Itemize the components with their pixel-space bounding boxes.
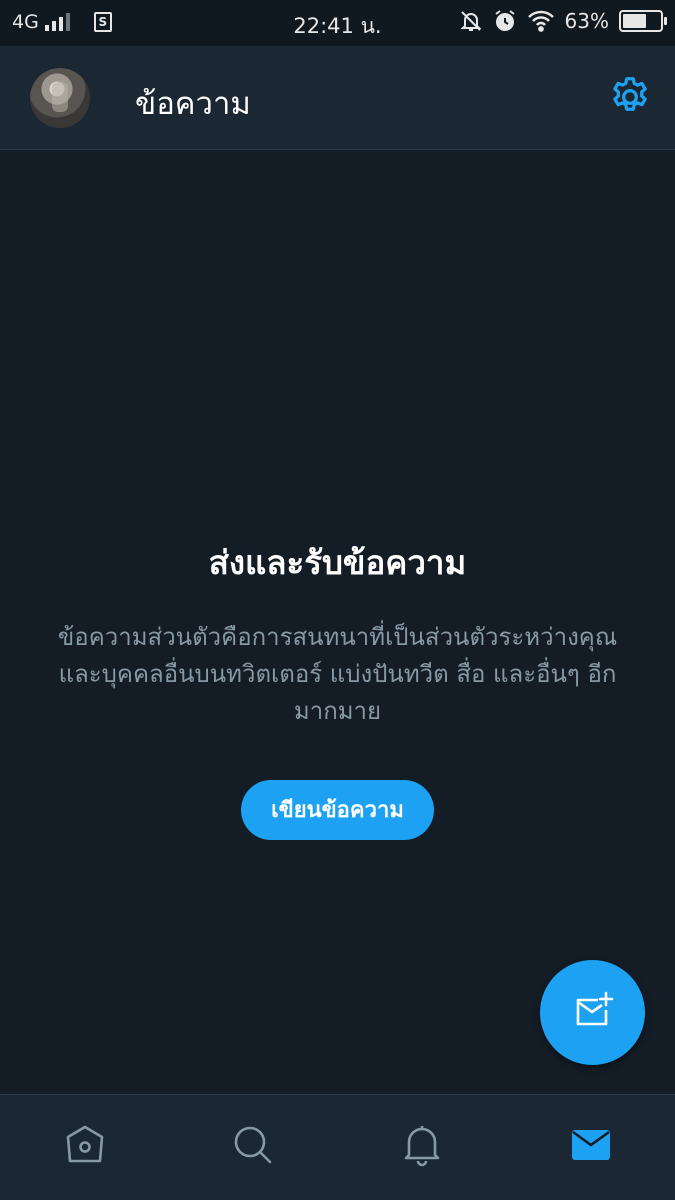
page-title: ข้อความ <box>135 86 251 122</box>
nav-search[interactable] <box>228 1120 278 1170</box>
status-bar-right: 63% <box>459 9 667 33</box>
nav-home[interactable] <box>60 1120 110 1170</box>
app-header: ข้อความ <box>0 46 675 150</box>
wifi-icon <box>527 10 554 32</box>
empty-state-title: ส่งและรับข้อความ <box>208 543 467 582</box>
bell-icon <box>404 1126 440 1167</box>
nav-notifications[interactable] <box>397 1120 447 1170</box>
empty-state-description: ข้อความส่วนตัวคือการสนทนาที่เป็นส่วนตัวร… <box>57 623 618 725</box>
avatar[interactable] <box>30 68 90 128</box>
battery-percent: 63% <box>564 9 609 33</box>
battery-icon <box>619 10 667 32</box>
empty-state: ส่งและรับข้อความ ข้อความส่วนตัวคือการสนท… <box>0 530 675 840</box>
write-message-button[interactable]: เขียนข้อความ <box>241 780 434 840</box>
nav-messages[interactable] <box>566 1120 616 1170</box>
battery-level <box>623 14 646 28</box>
notification-off-icon <box>460 11 481 31</box>
alarm-icon <box>494 10 515 31</box>
mail-icon <box>572 1130 610 1160</box>
new-message-icon <box>576 991 613 1025</box>
bottom-nav <box>0 1094 675 1200</box>
new-message-fab[interactable] <box>540 960 645 1065</box>
home-icon <box>66 1125 104 1163</box>
search-icon <box>234 1126 272 1164</box>
gear-icon[interactable] <box>607 74 653 120</box>
status-bar: 4G S 22:41 น. 63% <box>0 0 675 46</box>
